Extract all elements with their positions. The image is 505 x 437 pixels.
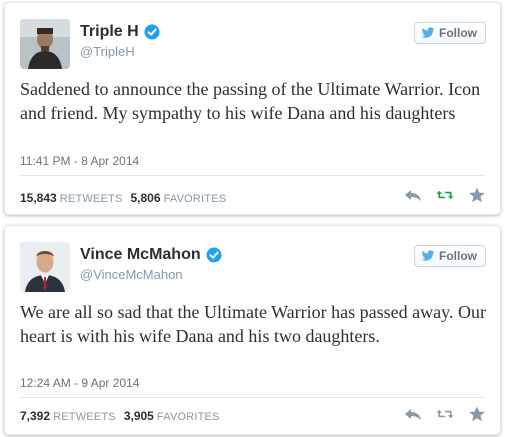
- favorite-stat[interactable]: 5,806 FAVORITES: [130, 191, 226, 205]
- verified-badge-icon: [206, 247, 222, 263]
- display-name-text[interactable]: Triple H: [80, 23, 139, 41]
- tweet-text: Saddened to announce the passing of the …: [20, 79, 481, 123]
- retweet-count: 7,392: [20, 409, 51, 423]
- favorite-icon[interactable]: [468, 187, 486, 203]
- tweet-timestamp[interactable]: 12:24 AM - 9 Apr 2014: [20, 376, 139, 390]
- user-handle[interactable]: @TripleH: [80, 44, 135, 59]
- avatar[interactable]: [20, 242, 70, 292]
- divider: [20, 397, 485, 398]
- tweet-card: Triple H @TripleH Follow Saddened to ann…: [4, 2, 501, 215]
- favorite-count: 5,806: [130, 191, 161, 205]
- reply-icon[interactable]: [404, 187, 422, 203]
- favorite-stat[interactable]: 3,905 FAVORITES: [124, 409, 220, 423]
- follow-button[interactable]: Follow: [414, 245, 486, 267]
- reply-icon[interactable]: [404, 406, 422, 422]
- favorite-label: FAVORITES: [163, 193, 227, 205]
- twitter-bird-icon: [421, 27, 435, 38]
- tweet-card: Vince McMahon @VinceMcMahon Follow We ar…: [4, 225, 501, 435]
- avatar[interactable]: [20, 19, 70, 69]
- retweet-count: 15,843: [20, 191, 57, 205]
- retweet-stat[interactable]: 7,392 RETWEETS: [20, 409, 116, 423]
- favorite-icon[interactable]: [468, 406, 486, 422]
- tweet-stats: 15,843 RETWEETS 5,806 FAVORITES: [20, 191, 226, 205]
- retweet-label: RETWEETS: [53, 411, 116, 423]
- display-name[interactable]: Vince McMahon: [80, 246, 222, 264]
- tweet-actions: [404, 187, 486, 203]
- twitter-bird-icon: [421, 250, 435, 261]
- favorite-count: 3,905: [123, 409, 154, 423]
- retweet-label: RETWEETS: [59, 193, 123, 205]
- retweet-icon[interactable]: [436, 406, 454, 422]
- tweet-stats: 7,392 RETWEETS 3,905 FAVORITES: [20, 409, 220, 423]
- user-handle[interactable]: @VinceMcMahon: [80, 267, 183, 282]
- display-name-text[interactable]: Vince McMahon: [80, 246, 201, 264]
- display-name[interactable]: Triple H: [80, 23, 160, 41]
- follow-button[interactable]: Follow: [414, 22, 486, 44]
- follow-button-label: Follow: [439, 26, 477, 40]
- favorite-label: FAVORITES: [156, 411, 220, 423]
- retweet-stat[interactable]: 15,843 RETWEETS: [20, 191, 122, 205]
- retweet-icon[interactable]: [436, 187, 454, 203]
- tweet-timestamp[interactable]: 11:41 PM - 8 Apr 2014: [20, 154, 139, 168]
- divider: [20, 175, 485, 176]
- tweet-text: We are all so sad that the Ultimate Warr…: [20, 302, 486, 346]
- tweet-actions: [404, 406, 486, 422]
- verified-badge-icon: [144, 24, 160, 40]
- follow-button-label: Follow: [439, 249, 477, 263]
